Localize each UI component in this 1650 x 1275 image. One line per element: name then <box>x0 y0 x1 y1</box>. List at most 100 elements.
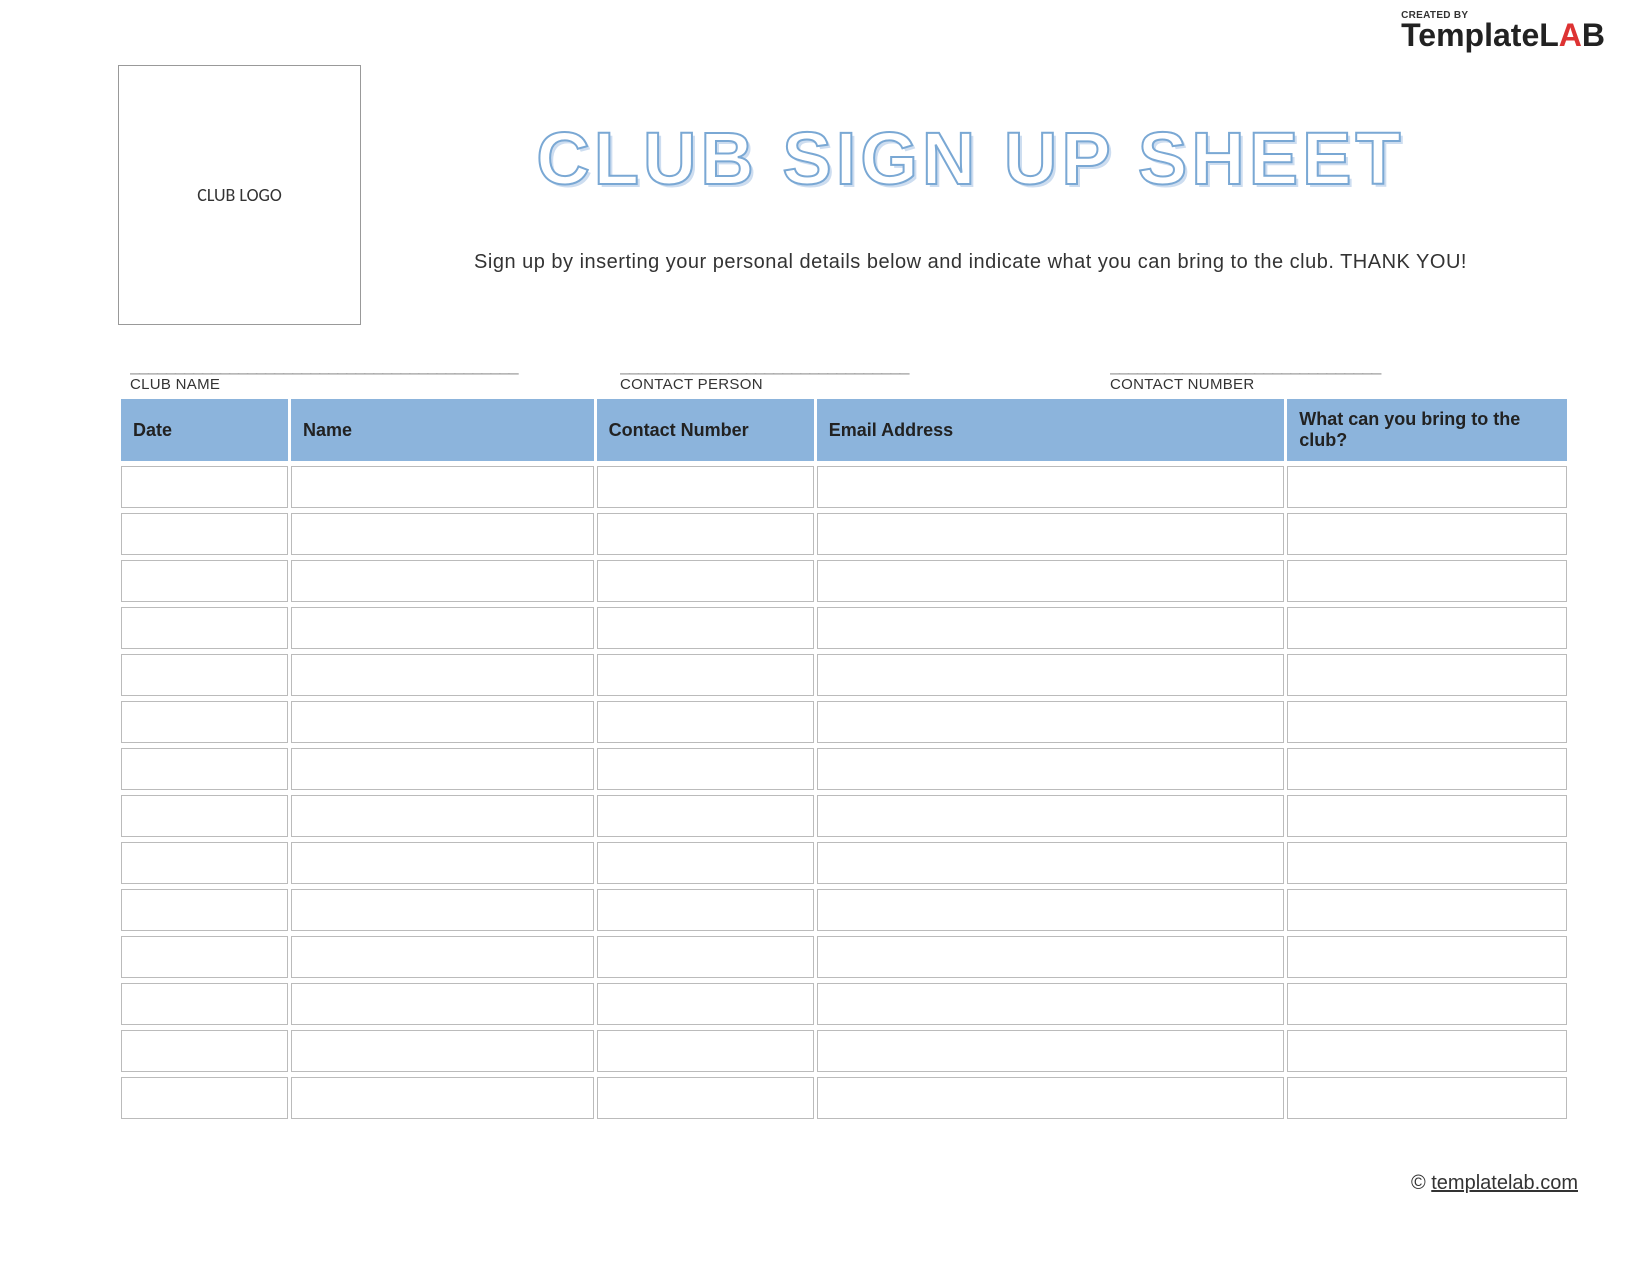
table-cell <box>121 654 288 696</box>
table-cell <box>1287 983 1567 1025</box>
title-section: CLUB SIGN UP SHEET Sign up by inserting … <box>441 116 1500 274</box>
table-cell <box>597 607 814 649</box>
table-cell <box>121 1030 288 1072</box>
table-cell <box>291 607 594 649</box>
header-section: CLUB LOGO CLUB SIGN UP SHEET Sign up by … <box>118 65 1640 325</box>
table-cell <box>1287 748 1567 790</box>
table-cell <box>817 983 1285 1025</box>
table-cell <box>597 748 814 790</box>
table-cell <box>121 1077 288 1119</box>
table-cell <box>1287 1077 1567 1119</box>
table-cell <box>817 654 1285 696</box>
club-name-field: ________________________________________… <box>130 355 590 393</box>
brand-logo: CREATED BY TemplateLAB <box>1401 10 1605 50</box>
table-cell <box>817 936 1285 978</box>
table-cell <box>121 701 288 743</box>
table-cell <box>1287 701 1567 743</box>
club-logo-placeholder: CLUB LOGO <box>118 65 361 325</box>
table-cell <box>1287 654 1567 696</box>
table-cell <box>291 466 594 508</box>
table-cell <box>291 513 594 555</box>
table-header-row: Date Name Contact Number Email Address W… <box>121 399 1567 461</box>
table-cell <box>817 889 1285 931</box>
table-cell <box>291 842 594 884</box>
table-row <box>121 889 1567 931</box>
table-cell <box>291 889 594 931</box>
table-cell <box>1287 1030 1567 1072</box>
col-email: Email Address <box>817 399 1285 461</box>
col-name: Name <box>291 399 594 461</box>
signup-table-container: Date Name Contact Number Email Address W… <box>118 394 1570 1124</box>
table-row <box>121 936 1567 978</box>
table-cell <box>597 513 814 555</box>
table-cell <box>597 795 814 837</box>
table-cell <box>597 1077 814 1119</box>
table-cell <box>121 607 288 649</box>
col-bring: What can you bring to the club? <box>1287 399 1567 461</box>
table-cell <box>1287 889 1567 931</box>
contact-number-label: CONTACT NUMBER <box>1110 376 1570 393</box>
table-cell <box>597 842 814 884</box>
table-cell <box>817 842 1285 884</box>
table-cell <box>121 795 288 837</box>
table-cell <box>291 795 594 837</box>
table-cell <box>597 654 814 696</box>
table-row <box>121 466 1567 508</box>
table-cell <box>597 466 814 508</box>
table-row <box>121 1030 1567 1072</box>
footer-link[interactable]: templatelab.com <box>1431 1172 1578 1194</box>
table-cell <box>121 983 288 1025</box>
table-row <box>121 607 1567 649</box>
table-row <box>121 1077 1567 1119</box>
table-row <box>121 795 1567 837</box>
table-cell <box>597 983 814 1025</box>
table-row <box>121 748 1567 790</box>
table-cell <box>121 513 288 555</box>
table-cell <box>817 513 1285 555</box>
table-cell <box>817 748 1285 790</box>
table-row <box>121 654 1567 696</box>
table-cell <box>817 701 1285 743</box>
table-cell <box>291 748 594 790</box>
table-row <box>121 513 1567 555</box>
contact-person-label: CONTACT PERSON <box>620 376 1080 393</box>
col-date: Date <box>121 399 288 461</box>
table-cell <box>817 607 1285 649</box>
table-cell <box>817 1030 1285 1072</box>
subtitle: Sign up by inserting your personal detai… <box>441 251 1500 274</box>
table-cell <box>291 1077 594 1119</box>
table-row <box>121 560 1567 602</box>
table-cell <box>121 560 288 602</box>
signup-table: Date Name Contact Number Email Address W… <box>118 394 1570 1124</box>
table-cell <box>817 466 1285 508</box>
table-row <box>121 983 1567 1025</box>
table-cell <box>1287 842 1567 884</box>
contact-person-field: ________________________________ CONTACT… <box>620 355 1080 393</box>
footer: © templatelab.com <box>1411 1172 1578 1195</box>
table-cell <box>121 936 288 978</box>
table-cell <box>1287 513 1567 555</box>
table-cell <box>817 795 1285 837</box>
table-cell <box>291 701 594 743</box>
table-cell <box>291 1030 594 1072</box>
table-cell <box>291 936 594 978</box>
table-cell <box>1287 795 1567 837</box>
col-contact-number: Contact Number <box>597 399 814 461</box>
table-row <box>121 701 1567 743</box>
table-cell <box>291 560 594 602</box>
table-cell <box>121 889 288 931</box>
table-cell <box>597 560 814 602</box>
table-cell <box>597 1030 814 1072</box>
brand-name: TemplateLAB <box>1401 21 1605 50</box>
table-cell <box>121 748 288 790</box>
table-cell <box>291 654 594 696</box>
table-cell <box>1287 936 1567 978</box>
table-cell <box>121 842 288 884</box>
table-row <box>121 842 1567 884</box>
table-cell <box>1287 607 1567 649</box>
copyright-symbol: © <box>1411 1172 1426 1194</box>
table-cell <box>291 983 594 1025</box>
table-cell <box>817 560 1285 602</box>
contact-number-field: ______________________________ CONTACT N… <box>1110 355 1570 393</box>
table-cell <box>1287 466 1567 508</box>
